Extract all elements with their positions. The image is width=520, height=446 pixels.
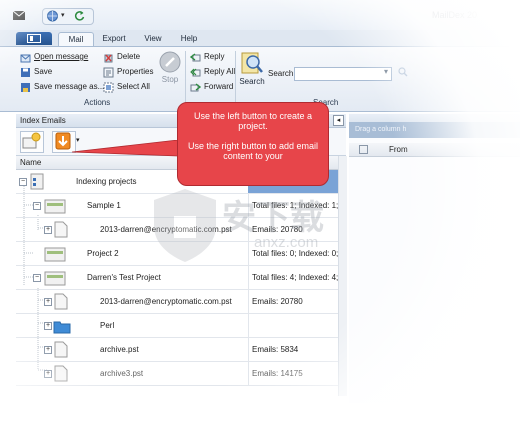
floppy-icon [21, 67, 30, 77]
column-name-header[interactable]: Name [16, 158, 41, 167]
collapse-panel-icon[interactable]: ◂ [333, 115, 344, 126]
tree-item-label: Indexing projects [76, 177, 137, 186]
pst-file-icon [54, 365, 68, 382]
search-dropdown-icon[interactable]: ▾ [384, 67, 388, 76]
tree-item-info: Emails: 5834 [248, 338, 346, 361]
save-message-as-button[interactable]: Save message as... [20, 80, 104, 94]
app-envelope-icon [13, 11, 25, 20]
tab-mail[interactable]: Mail [58, 32, 94, 46]
ribbon-tabs: Mail Export View Help [0, 30, 520, 47]
open-envelope-icon [20, 54, 31, 62]
pst-file-icon [54, 293, 68, 310]
tree-item-label: 2013-darren@encryptomatic.com.pst [100, 297, 232, 306]
projects-root-icon [30, 173, 44, 190]
search-big-button[interactable]: Search [238, 51, 266, 86]
project-icon [44, 199, 66, 214]
search-go-icon[interactable] [398, 67, 408, 77]
save-as-icon [21, 82, 30, 92]
folder-icon [53, 321, 71, 334]
select-all-button[interactable]: Select All [103, 80, 150, 94]
search-icon [241, 52, 263, 74]
delete-icon [104, 54, 113, 62]
tree-item-label: Perl [100, 321, 115, 330]
properties-button[interactable]: Properties [103, 65, 153, 79]
callout-pointer [71, 140, 179, 157]
shield-icon [154, 189, 216, 262]
expand-icon[interactable]: + [44, 370, 52, 378]
tutorial-callout: Use the left button to create a project.… [177, 102, 329, 186]
watermark: 安下载 anxz.com [150, 186, 360, 266]
reply-all-icon [190, 68, 201, 76]
tree-item-info: Emails: 20780 [248, 290, 346, 313]
globe-icon[interactable] [46, 10, 59, 22]
menu-icon [27, 34, 41, 43]
app-menu-button[interactable] [16, 32, 52, 45]
tree-item-label: Project 2 [87, 249, 119, 258]
select-all-icon [103, 82, 114, 92]
column-from-header[interactable]: From [389, 143, 408, 156]
tree-row-project[interactable]: − Darren's Test Project Total files: 4; … [16, 266, 346, 290]
project-icon [44, 271, 66, 286]
group-by-area[interactable]: Drag a column h [349, 122, 520, 138]
properties-icon [103, 67, 114, 77]
tree-row-folder[interactable]: + Perl [16, 314, 346, 338]
tree-item-info: Total files: 4; Indexed: 4; I... [248, 266, 346, 289]
tree-row-file[interactable]: + archive.pst Emails: 5834 [16, 338, 346, 362]
forward-icon [190, 82, 201, 91]
reply-icon [190, 52, 201, 61]
save-button[interactable]: Save [20, 65, 52, 79]
callout-line-1: Use the left button to create a project. [193, 111, 313, 131]
search-field-label: Search [268, 69, 294, 78]
pst-file-icon [54, 341, 68, 358]
search-input[interactable] [294, 67, 392, 81]
tree-row-file[interactable]: + 2013-darren@encryptomatic.com.pst Emai… [16, 290, 346, 314]
dropdown-arrow-icon[interactable]: ▾ [61, 11, 65, 19]
reply-all-button[interactable]: Reply All [190, 65, 235, 79]
tree-item-label: Darren's Test Project [87, 273, 161, 282]
tree-item-info [248, 314, 346, 337]
tab-help[interactable]: Help [174, 32, 204, 45]
index-panel-title: Index Emails [20, 116, 66, 125]
title-bar: ▾ MailDex 20 [0, 0, 520, 30]
tree-row-file[interactable]: + archive3.pst Emails: 14175 [16, 362, 346, 386]
collapse-icon[interactable]: − [19, 178, 27, 186]
expand-icon[interactable]: + [44, 322, 52, 330]
stop-icon [159, 51, 181, 73]
message-list-columns: From [349, 143, 520, 157]
ribbon-separator [235, 51, 236, 109]
tree-item-label: archive3.pst [100, 369, 144, 378]
open-message-button[interactable]: Open message [20, 50, 88, 64]
delete-button[interactable]: Delete [103, 50, 140, 64]
callout-line-2: Use the right button to add email conten… [187, 141, 319, 161]
ribbon-separator [185, 51, 186, 109]
expand-icon[interactable]: + [44, 346, 52, 354]
new-project-icon [22, 132, 41, 149]
tree-item-label: Sample 1 [87, 201, 121, 210]
actions-group-label: Actions [84, 98, 111, 107]
watermark-subtext: anxz.com [254, 234, 319, 251]
pst-file-icon [54, 221, 68, 238]
tree-item-label: archive.pst [100, 345, 139, 354]
expand-icon[interactable]: + [44, 226, 52, 234]
select-column-checkbox[interactable] [359, 145, 368, 154]
forward-button[interactable]: Forward [190, 80, 233, 94]
collapse-icon[interactable]: − [33, 274, 41, 282]
tab-export[interactable]: Export [96, 32, 132, 45]
quick-access-toolbar: ▾ [42, 8, 94, 25]
reply-button[interactable]: Reply [190, 50, 224, 64]
window-title: MailDex 20 [432, 10, 478, 20]
tab-view[interactable]: View [138, 32, 168, 45]
stop-button[interactable]: Stop [157, 51, 183, 84]
collapse-icon[interactable]: − [33, 202, 41, 210]
watermark-text: 安下载 [222, 198, 324, 238]
tree-item-info: Emails: 14175 [248, 362, 346, 385]
expand-icon[interactable]: + [44, 298, 52, 306]
refresh-icon[interactable] [73, 10, 86, 22]
project-icon [44, 247, 66, 262]
new-project-button[interactable] [20, 131, 44, 153]
